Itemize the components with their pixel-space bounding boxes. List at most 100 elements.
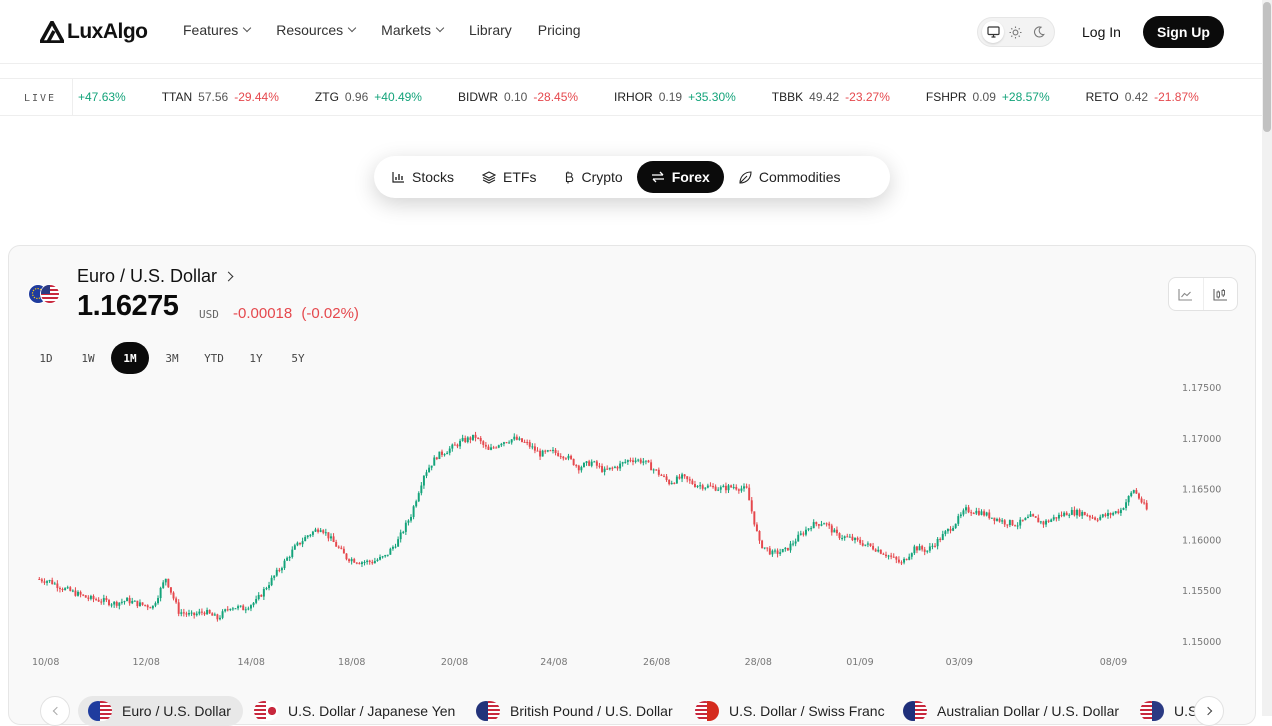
scrollbar-thumb[interactable]	[1263, 2, 1271, 132]
candle-body	[965, 507, 967, 511]
candle-body	[603, 468, 606, 472]
candle-body	[683, 474, 686, 477]
candle-body	[533, 446, 536, 451]
range-5y[interactable]: 5Y	[279, 342, 317, 374]
ticker-item[interactable]: FSHPR 0.09 +28.57%	[926, 90, 1050, 104]
candle-body	[317, 529, 320, 532]
chevron-down-icon	[347, 23, 357, 33]
candlestick-chart-icon[interactable]	[1202, 278, 1238, 310]
ticker-item[interactable]: IRHOR 0.19 +35.30%	[614, 90, 736, 104]
range-3m[interactable]: 3M	[153, 342, 191, 374]
candle-body	[350, 559, 353, 562]
nav-link-library[interactable]: Library	[469, 22, 512, 38]
theme-toggle[interactable]	[977, 17, 1055, 47]
ticker-item[interactable]: BIDWR 0.10 -28.45%	[458, 90, 578, 104]
instrument-title-link[interactable]: Euro / U.S. Dollar	[77, 266, 234, 287]
ticker-item[interactable]: +47.63%	[78, 90, 126, 104]
candle-body	[1050, 519, 1053, 522]
ticker-item[interactable]: TTAN 57.56 -29.44%	[162, 90, 279, 104]
ticker-item[interactable]: ZTG 0.96 +40.49%	[315, 90, 422, 104]
candle-body	[877, 549, 880, 552]
candle-body	[595, 461, 598, 466]
ticker-change: +35.30%	[688, 90, 736, 104]
pair-item[interactable]: Euro / U.S. Dollar	[78, 696, 243, 726]
tab-commodities[interactable]: Commodities	[724, 161, 855, 193]
candle-body	[495, 447, 498, 449]
candle-body	[412, 506, 415, 518]
range-ytd[interactable]: YTD	[195, 342, 233, 374]
moon-icon[interactable]	[1028, 21, 1050, 43]
range-1m[interactable]: 1M	[111, 342, 149, 374]
candle-body	[131, 600, 134, 604]
ticker-item[interactable]: TBBK 49.42 -23.27%	[772, 90, 890, 104]
candle-body	[634, 460, 637, 462]
candle-body	[841, 537, 844, 539]
candle-body	[200, 611, 203, 613]
x-tick-label: 10/08	[32, 657, 59, 668]
nav-link-features[interactable]: Features	[183, 22, 252, 38]
scroll-left-button[interactable]	[40, 696, 70, 726]
luxalgo-logo[interactable]: LuxAlgo	[40, 20, 148, 44]
price-chart[interactable]: 1.17500 1.17000 1.16500 1.16000 1.15500 1.150…	[20, 376, 1240, 676]
y-tick-label: 1.15000	[1182, 637, 1221, 648]
pair-item-label: Euro / U.S. Dollar	[122, 703, 231, 719]
tab-forex[interactable]: Forex	[636, 161, 724, 193]
nav-link-pricing[interactable]: Pricing	[538, 22, 581, 38]
tab-stocks[interactable]: Stocks	[378, 161, 468, 193]
tab-etfs[interactable]: ETFs	[468, 161, 550, 193]
candle-body	[846, 536, 849, 538]
sun-icon[interactable]	[1005, 21, 1027, 43]
ticker-item[interactable]: RETO 0.42 -21.87%	[1086, 90, 1199, 104]
pair-item[interactable]: British Pound / U.S. Dollar	[466, 696, 685, 726]
ticker-price: 57.56	[198, 90, 229, 104]
candle-body	[133, 600, 136, 602]
market-category-tabs: Stocks ETFs Crypto Forex Commodities	[374, 156, 890, 198]
candle-body	[663, 475, 665, 477]
pair-item[interactable]: U.S. Dollar / Japanese Yen	[244, 696, 467, 726]
candle-body	[1055, 517, 1058, 519]
candle-body	[438, 451, 441, 460]
candle-body	[61, 589, 64, 591]
candle-body	[905, 558, 908, 560]
tab-crypto[interactable]: Crypto	[550, 161, 636, 193]
login-link[interactable]: Log In	[1082, 24, 1121, 40]
range-1d[interactable]: 1D	[27, 342, 65, 374]
candle-body	[188, 613, 190, 615]
scroll-right-button[interactable]	[1194, 696, 1224, 726]
candle-body	[102, 598, 105, 602]
nav-link-resources[interactable]: Resources	[276, 22, 357, 38]
monitor-icon[interactable]	[982, 21, 1005, 43]
chevron-left-icon	[52, 706, 61, 716]
candle-body	[51, 580, 54, 585]
candle-body	[670, 482, 673, 485]
range-1w[interactable]: 1W	[69, 342, 107, 374]
candle-body	[606, 468, 609, 470]
candle-body	[590, 461, 593, 466]
candle-body	[169, 587, 172, 593]
candle-body	[642, 461, 645, 463]
candle-body	[1109, 513, 1112, 515]
tab-label: Commodities	[758, 169, 841, 185]
candle-body	[66, 587, 69, 589]
pair-item[interactable]: Australian Dollar / U.S. Dollar	[893, 696, 1131, 726]
candle-body	[466, 437, 469, 442]
candle-body	[1047, 520, 1050, 522]
pair-item-label: Australian Dollar / U.S. Dollar	[937, 703, 1120, 719]
signup-button[interactable]: Sign Up	[1143, 16, 1224, 48]
candle-body	[799, 533, 802, 535]
candle-body	[123, 601, 126, 603]
candle-body	[1086, 515, 1089, 517]
candle-body	[84, 595, 87, 598]
candle-body	[835, 529, 838, 534]
range-1y[interactable]: 1Y	[237, 342, 275, 374]
x-tick-label: 24/08	[540, 657, 567, 668]
candle-body	[936, 538, 939, 547]
nav-link-markets[interactable]: Markets	[381, 22, 445, 38]
candle-body	[144, 604, 147, 606]
candle-body	[157, 598, 160, 604]
candle-body	[348, 559, 351, 562]
tab-label: Forex	[671, 169, 710, 185]
pair-item[interactable]: U.S. Dollar / Swiss Franc	[685, 696, 897, 726]
x-tick-label: 28/08	[745, 657, 772, 668]
line-chart-icon[interactable]	[1169, 278, 1203, 310]
